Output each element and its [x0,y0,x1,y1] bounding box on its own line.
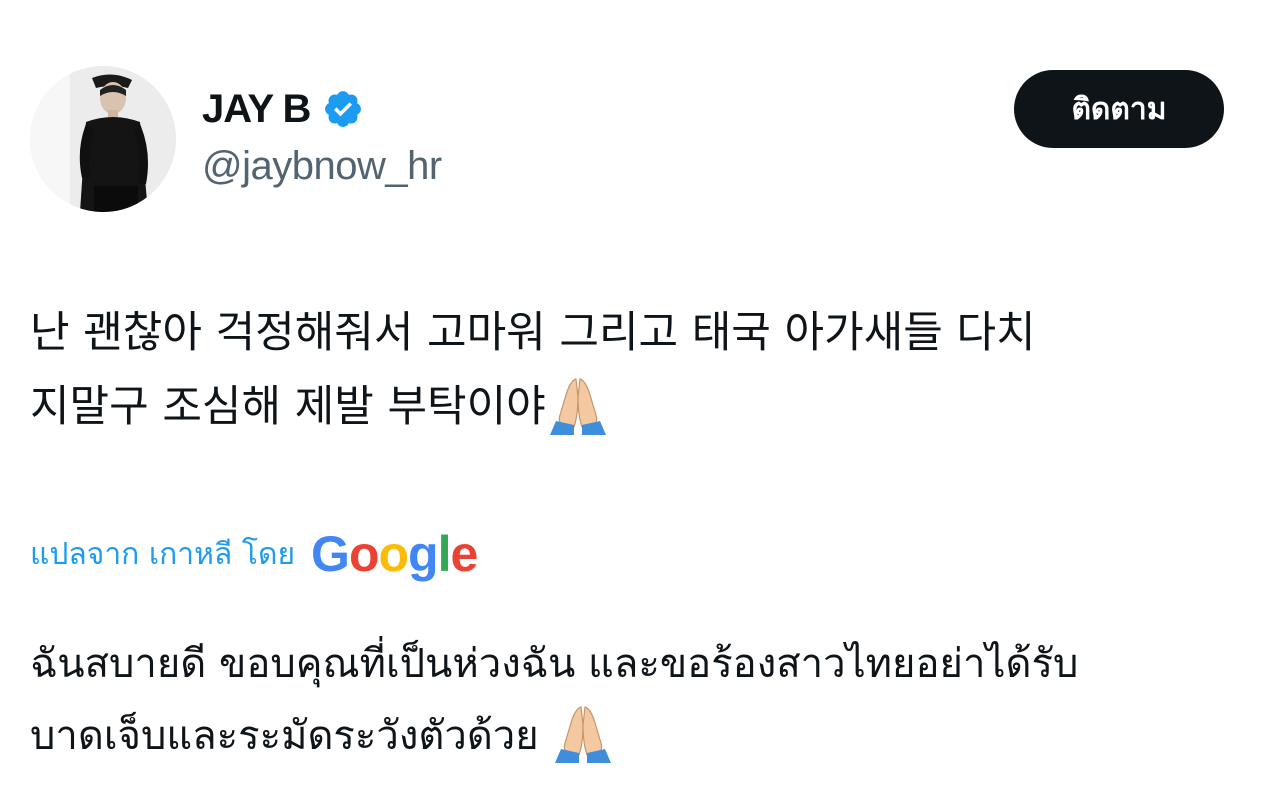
tweet-text-line-2: 지말구 조심해 제발 부탁이야 [30,370,1260,444]
google-logo-letter: l [437,526,452,582]
tweet-text-line: 지말구 조심해 제발 부탁이야 [30,382,546,432]
name-row: JAY B [202,84,364,134]
google-logo-letter: o [348,526,380,582]
google-logo: Google [311,526,478,582]
translated-from-label[interactable]: แปลจาก เกาหลี โดย [30,531,295,578]
google-logo-letter: e [450,526,478,582]
translated-text: ฉันสบายดี ขอบคุณที่เป็นห่วงฉัน และขอร้อง… [30,628,1260,772]
translated-text-line: ฉันสบายดี ขอบคุณที่เป็นห่วงฉัน และขอร้อง… [30,641,1079,687]
translation-label-row[interactable]: แปลจาก เกาหลี โดย Google [30,524,478,584]
google-logo-letter: G [311,526,350,582]
tweet-card: JAY B @jaybnow_hr ติดตาม 난 괜찮아 걱정해줘서 고마워… [0,0,1280,809]
folded-hands-emoji-icon [549,378,606,435]
avatar[interactable] [30,66,176,212]
follow-button[interactable]: ติดตาม [1014,70,1224,148]
user-handle[interactable]: @jaybnow_hr [202,144,442,189]
translated-text-line-2: บาดเจ็บและระมัดระวังตัวด้วย [30,700,1260,772]
verified-badge-icon [325,91,362,127]
google-logo-letter: o [378,526,409,582]
translated-text-line: บาดเจ็บและระมัดระวังตัวด้วย [30,713,539,759]
display-name[interactable]: JAY B [202,87,311,132]
google-logo-letter: g [408,526,439,582]
folded-hands-emoji-icon [555,706,612,763]
avatar-photo-icon [30,66,176,212]
tweet-text: 난 괜찮아 걱정해줘서 고마워 그리고 태국 아가새들 다치 지말구 조심해 제… [30,296,1260,444]
tweet-text-line: 난 괜찮아 걱정해줘서 고마워 그리고 태국 아가새들 다치 [30,308,1036,358]
